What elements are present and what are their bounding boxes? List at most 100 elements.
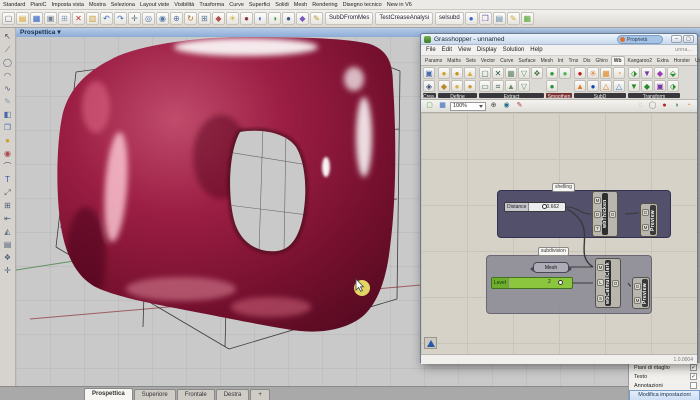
grasshopper-tab[interactable]: Surface [516,57,537,65]
grasshopper-menu-item[interactable]: Help [530,47,542,53]
grasshopper-menu-item[interactable]: Edit [442,47,452,53]
grasshopper-tab[interactable]: Sets [464,57,478,65]
canvas-compass-widget[interactable] [424,337,437,349]
copy-icon[interactable]: ⊞ [58,12,71,25]
grasshopper-tab[interactable]: Wb [611,56,625,65]
ribbon-tool-icon[interactable]: ◆ [654,67,666,79]
new-file-icon[interactable]: ▢ [2,12,15,25]
print-icon[interactable]: ▣ [44,12,57,25]
ribbon-group-label[interactable]: Extract [479,93,544,98]
ribbon-tool-icon[interactable]: ▢ [479,67,491,79]
curve-icon[interactable]: ∿ [0,82,15,95]
slider-track[interactable]: 0.662 [529,203,565,211]
wbthicken-node[interactable]: M D T wbThicken O [592,191,618,237]
delete-icon[interactable]: ✕ [72,12,85,25]
menu-item[interactable]: Seleziona [111,2,135,8]
preview-wireframe-icon[interactable]: ◯ [647,101,658,112]
material-green-icon[interactable]: ◑ [671,101,682,112]
grasshopper-tab[interactable]: Horster [672,57,692,65]
ribbon-tool-icon[interactable]: ⬗ [628,67,640,79]
menu-item[interactable]: Imposta vista [52,2,84,8]
level-slider-selected[interactable]: Level 2 [491,277,573,289]
open-file-icon[interactable]: ▤ [16,12,29,25]
cplane-grid-icon[interactable]: ⊞ [198,12,211,25]
menu-item[interactable]: Rendering [312,2,337,8]
rotate-view-icon[interactable]: ↻ [184,12,197,25]
checkbox[interactable]: ✓ [690,373,697,380]
grasshopper-titlebar[interactable]: Grasshopper - unnamed Proprietà – ▢ [421,34,697,45]
grasshopper-canvas[interactable]: shelling subdivision Distance 0.662 M D … [421,113,697,354]
group-label[interactable]: subdivision [538,247,569,256]
grasshopper-tab[interactable]: Trns [566,57,580,65]
undo-icon[interactable]: ↶ [100,12,113,25]
save-icon[interactable]: ▦ [30,12,43,25]
ribbon-tool-icon[interactable]: ❖ [531,67,543,79]
sphere-tool-icon[interactable]: ● [282,12,295,25]
subd-sphere-icon[interactable]: ● [465,12,478,25]
ribbon-tool-icon[interactable]: ● [574,67,586,79]
grasshopper-menu-item[interactable]: Display [477,47,497,53]
material-orange-icon[interactable]: ◔ [683,101,694,112]
lamp-icon[interactable]: ☀ [226,12,239,25]
grasshopper-tab[interactable]: Mesh [539,57,555,65]
polyline-icon[interactable]: ⟋ [0,43,15,56]
menu-item[interactable]: Superfici [249,2,270,8]
ribbon-tool-icon[interactable]: △ [600,80,612,92]
grasshopper-tab[interactable]: Maths [445,57,463,65]
grasshopper-tab[interactable]: Ghiro [594,57,610,65]
grasshopper-menu-item[interactable]: View [458,47,471,53]
ribbon-tool-icon[interactable]: ▽ [518,80,530,92]
viewport-tab[interactable]: + [250,389,270,400]
mesh-tool-icon[interactable]: ⊞ [0,199,15,212]
input-port[interactable]: L [597,279,604,286]
pan-icon[interactable]: ✛ [128,12,141,25]
ribbon-tool-icon[interactable]: ▭ [479,80,491,92]
minimize-button[interactable]: – [671,35,682,43]
group-label[interactable]: shelling [552,183,575,192]
box-solid-icon[interactable]: ❒ [0,121,15,134]
ribbon-tool-icon[interactable]: ◔ [613,67,625,79]
ribbon-tool-icon[interactable]: ▦ [505,67,517,79]
gem-tool-icon[interactable]: ◆ [296,12,309,25]
chevron-down-icon[interactable]: ▾ [57,28,60,37]
input-port[interactable]: M [634,297,641,304]
ribbon-tool-icon[interactable]: ⬗ [667,80,679,92]
menu-item[interactable]: Visibilità [174,2,194,8]
surface-icon[interactable]: ◧ [0,108,15,121]
ribbon-tool-icon[interactable]: ● [559,67,571,79]
grasshopper-tab[interactable]: Extra [655,57,671,65]
menu-item[interactable]: Layout viste [140,2,169,8]
checkbox[interactable] [690,382,697,389]
grasshopper-tab[interactable]: Kangaroo2 [626,57,654,65]
output-port[interactable]: O [609,211,616,218]
ribbon-tool-icon[interactable]: ▲ [505,80,517,92]
menu-item[interactable]: Trasforma [199,2,224,8]
ribbon-tool-icon[interactable]: ▲ [574,80,586,92]
ribbon-tool-icon[interactable]: ▼ [628,80,640,92]
layer-panel-icon[interactable]: ▤ [0,238,15,251]
box-tool-icon[interactable]: ❒ [479,12,492,25]
viewport-tab[interactable]: Frontale [177,389,215,400]
preview-shaded-icon[interactable]: ● [659,101,670,112]
grasshopper-tab[interactable]: Params [423,57,444,65]
ribbon-tool-icon[interactable]: ▽ [518,67,530,79]
node-name[interactable]: Preview [642,279,648,307]
ribbon-tool-icon[interactable]: ✕ [492,67,504,79]
ribbon-group-label[interactable]: Smoothen [546,93,572,98]
layers-icon[interactable]: ▤ [493,12,506,25]
menu-item[interactable]: New in V6 [387,2,412,8]
preview-off-icon[interactable]: ◌ [635,101,646,112]
viewport-tab[interactable]: Superiore [134,389,176,400]
menu-item[interactable]: Mesh [294,2,307,8]
node-name[interactable]: wbThicken [602,193,608,235]
plane-icon[interactable]: ◆ [212,12,225,25]
ribbon-tool-icon[interactable]: ◆ [641,80,653,92]
zoom-icon[interactable]: ◎ [142,12,155,25]
grasshopper-tab[interactable]: Vector [479,57,497,65]
ribbon-tool-icon[interactable]: ✳ [587,67,599,79]
ribbon-tool-icon[interactable]: ◈ [423,80,435,92]
ribbon-tool-icon[interactable]: ● [451,67,463,79]
ribbon-tool-icon[interactable]: ⌗ [492,80,504,92]
ghosted-mode-icon[interactable]: ◐ [254,12,267,25]
select-arrow-icon[interactable]: ↖ [0,30,15,43]
